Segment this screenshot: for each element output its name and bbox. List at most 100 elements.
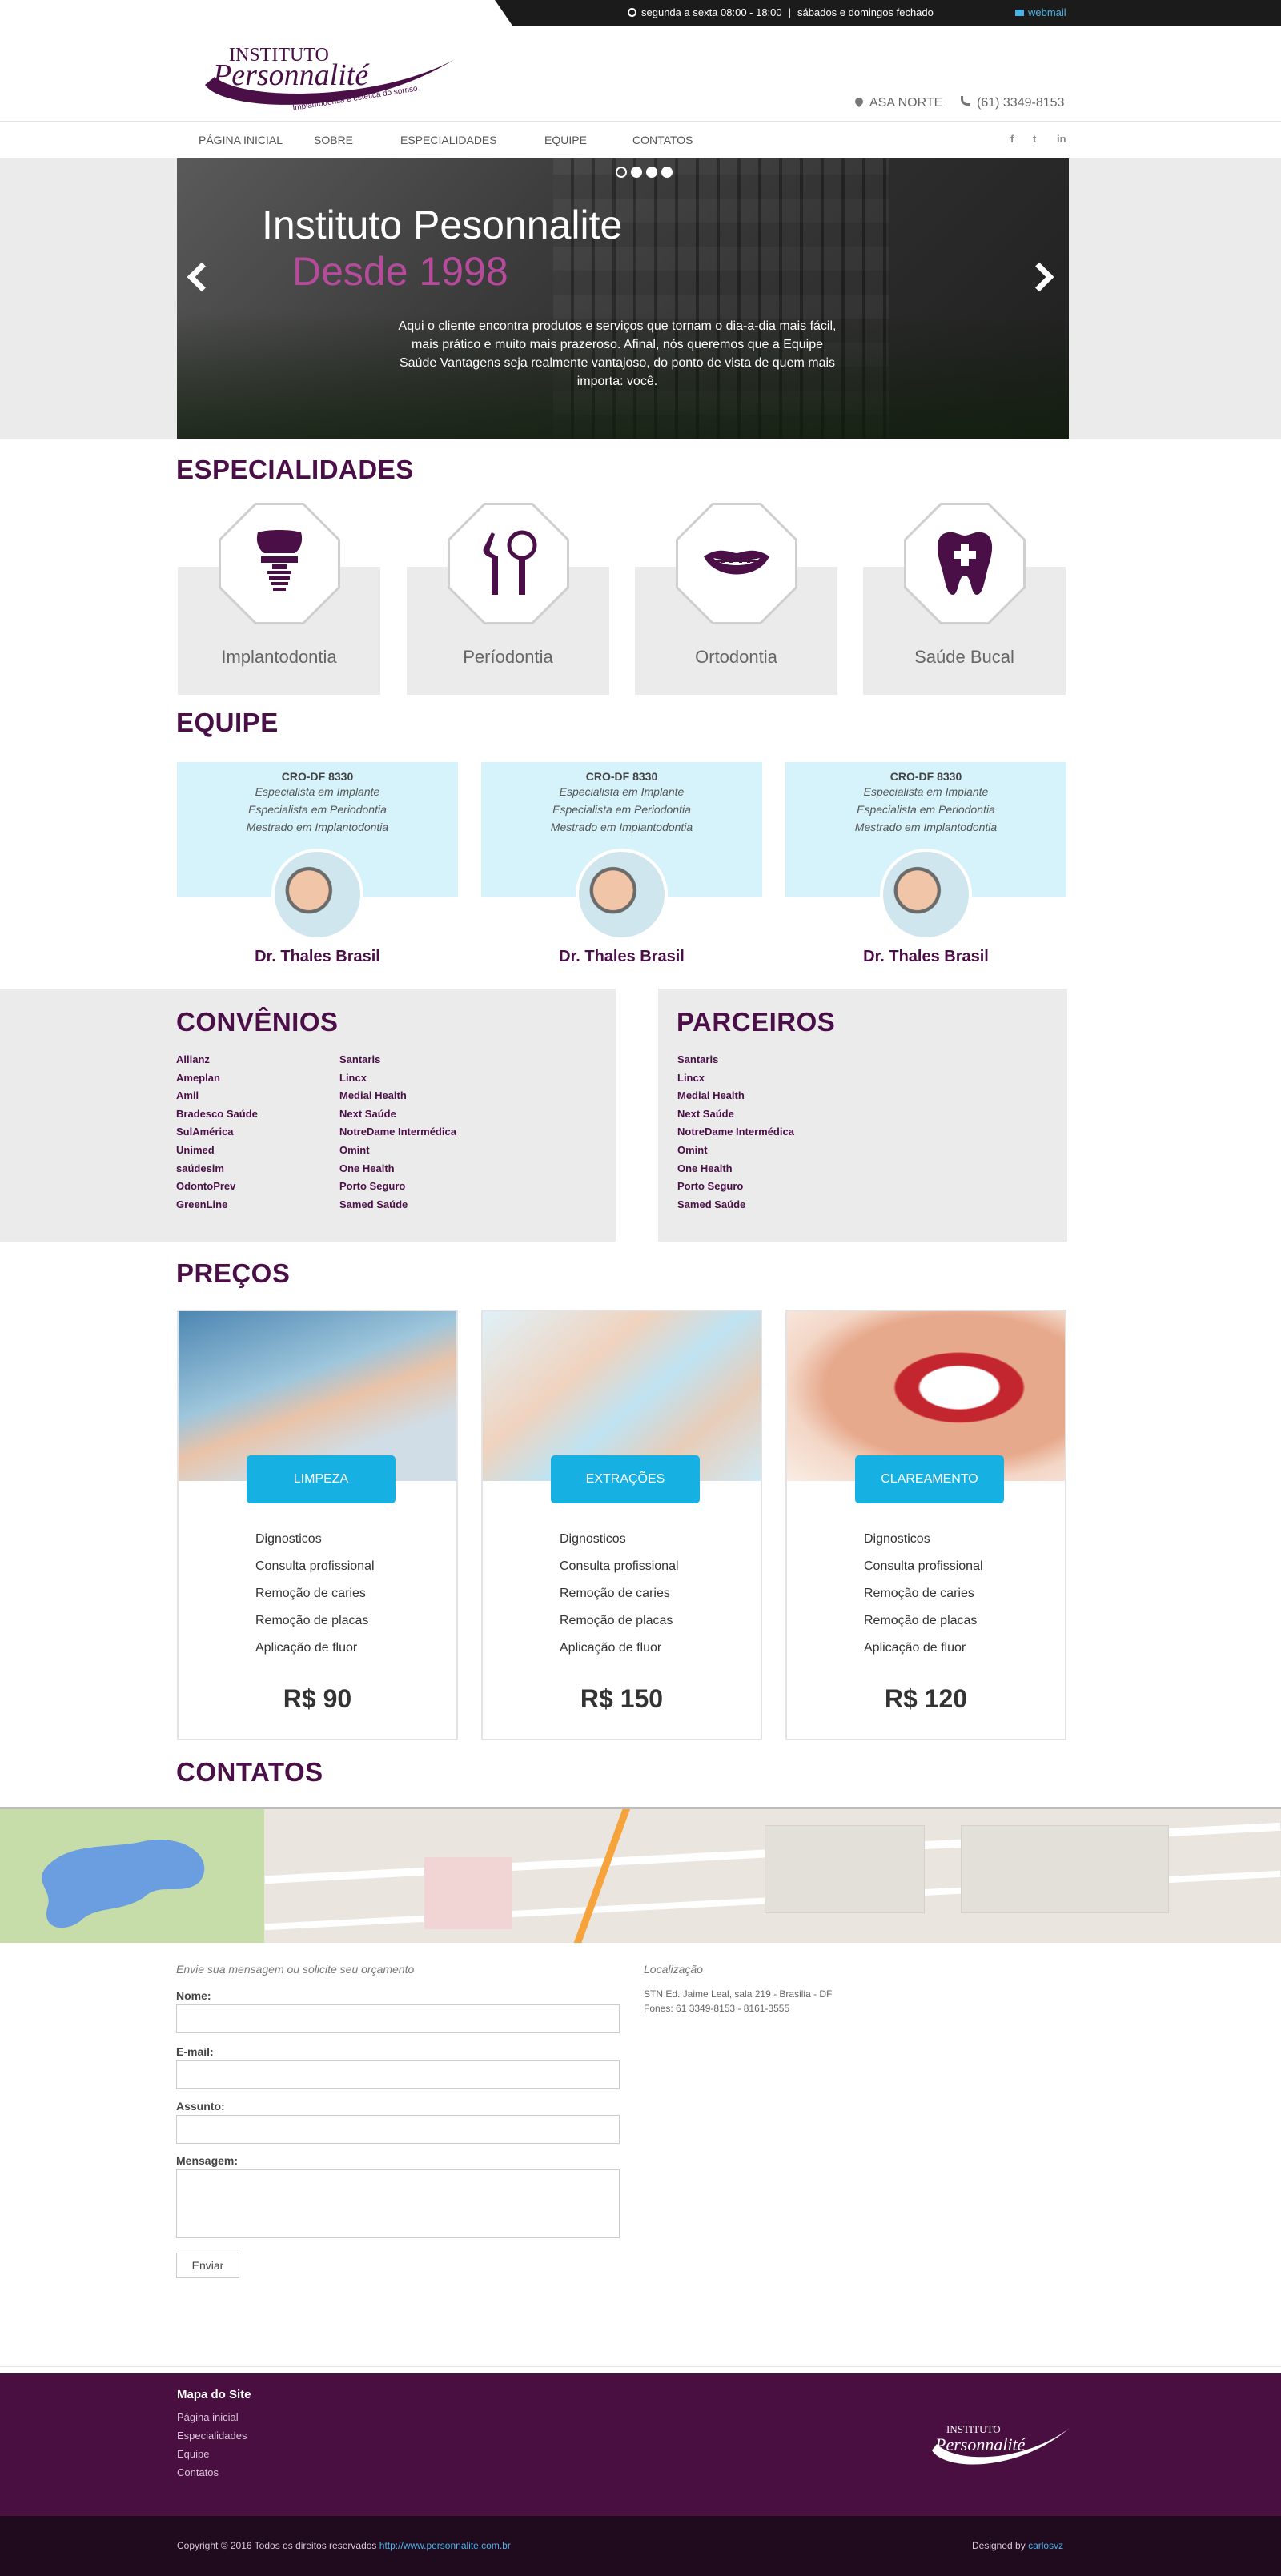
price-features: Dignosticos Consulta profissional Remoçã… bbox=[255, 1526, 375, 1662]
linkedin-icon[interactable]: in bbox=[1057, 133, 1066, 145]
tooth-cross-icon bbox=[937, 532, 993, 595]
team-member-cro: CRO-DF 8330 bbox=[889, 770, 962, 783]
price-feature: Remoção de placas bbox=[864, 1614, 978, 1627]
convenio-item[interactable]: GreenLine bbox=[176, 1196, 258, 1214]
specialty-badge bbox=[219, 503, 340, 624]
nav-item-home[interactable]: PÁGINA INICIAL bbox=[199, 122, 283, 158]
specialty-card-oral-health[interactable]: Saúde Bucal bbox=[863, 503, 1066, 695]
hero-slider: Instituto Pesonnalite Desde 1998 Aqui o … bbox=[177, 158, 1069, 439]
nav-item-team[interactable]: EQUIPE bbox=[544, 122, 587, 158]
price-card-extracoes: EXTRAÇÕES Dignosticos Consulta profissio… bbox=[481, 1310, 762, 1740]
convenio-item[interactable]: Unimed bbox=[176, 1142, 258, 1160]
price-feature: Dignosticos bbox=[255, 1532, 322, 1546]
slider-dot-2[interactable] bbox=[631, 167, 642, 178]
sitemap-links: Página inicial Especialidades Equipe Con… bbox=[177, 2408, 247, 2482]
twitter-icon[interactable]: t bbox=[1033, 133, 1036, 145]
convenio-item[interactable]: SulAmérica bbox=[176, 1123, 258, 1142]
parceiro-item[interactable]: Lincx bbox=[677, 1069, 794, 1088]
parceiro-item[interactable]: One Health bbox=[677, 1160, 794, 1178]
slider-next-arrow-icon[interactable] bbox=[1024, 262, 1054, 292]
price-card-clareamento: CLAREAMENTO Dignosticos Consulta profiss… bbox=[785, 1310, 1066, 1740]
parceiro-item[interactable]: Samed Saúde bbox=[677, 1196, 794, 1214]
price-feature: Consulta profissional bbox=[255, 1559, 375, 1573]
map-hospital-area bbox=[424, 1857, 512, 1929]
specialty-card-periodontics[interactable]: Períodontia bbox=[407, 503, 609, 695]
submit-button[interactable]: Enviar bbox=[176, 2253, 239, 2278]
footer-divider bbox=[0, 2366, 1281, 2367]
webmail-link[interactable]: webmail bbox=[1015, 0, 1066, 26]
name-input[interactable] bbox=[176, 2004, 620, 2033]
parceiro-item[interactable]: Next Saúde bbox=[677, 1105, 794, 1124]
footer-link-contacts[interactable]: Contatos bbox=[177, 2463, 247, 2482]
footer-logo[interactable]: INSTITUTO Personnalité bbox=[929, 2404, 1073, 2476]
site-footer: Mapa do Site Página inicial Especialidad… bbox=[0, 2373, 1281, 2516]
price-plan-button[interactable]: LIMPEZA bbox=[247, 1455, 396, 1503]
top-bar: segunda a sexta 08:00 - 18:00 | sábados e … bbox=[0, 0, 1281, 26]
nav-item-contacts[interactable]: CONTATOS bbox=[632, 122, 693, 158]
hours-separator: | bbox=[788, 6, 792, 18]
site-url-link[interactable]: http://www.personnalite.com.br bbox=[379, 2540, 511, 2551]
convenio-item[interactable]: Samed Saúde bbox=[339, 1196, 456, 1214]
site-logo[interactable]: INSTITUTO Personnalité Implantodontia e … bbox=[199, 27, 463, 122]
hero-band: Instituto Pesonnalite Desde 1998 Aqui o … bbox=[0, 158, 1281, 439]
location-details: STN Ed. Jaime Leal, sala 219 - Brasilia … bbox=[644, 1987, 832, 2016]
map-block bbox=[765, 1825, 925, 1913]
designer-link[interactable]: carlosvz bbox=[1028, 2540, 1063, 2551]
team-member-card: CRO-DF 8330 Especialista em Implante Esp… bbox=[177, 762, 458, 965]
main-nav: PÁGINA INICIAL SOBRE ESPECIALIDADES EQUI… bbox=[0, 122, 1281, 158]
team-member-avatar bbox=[271, 849, 363, 941]
convenio-item[interactable]: OdontoPrev bbox=[176, 1178, 258, 1196]
convenio-item[interactable]: Omint bbox=[339, 1142, 456, 1160]
convenio-item[interactable]: Next Saúde bbox=[339, 1105, 456, 1124]
team-member-cro: CRO-DF 8330 bbox=[281, 770, 354, 783]
parceiros-list: Santaris Lincx Medial Health Next Saúde … bbox=[677, 1051, 794, 1214]
price-features: Dignosticos Consulta profissional Remoçã… bbox=[864, 1526, 983, 1662]
nav-item-specialties[interactable]: ESPECIALIDADES bbox=[400, 122, 497, 158]
parceiro-item[interactable]: Omint bbox=[677, 1142, 794, 1160]
location-address: STN Ed. Jaime Leal, sala 219 - Brasilia … bbox=[644, 1988, 833, 2000]
convenio-item[interactable]: Porto Seguro bbox=[339, 1178, 456, 1196]
footer-link-specialties[interactable]: Especialidades bbox=[177, 2426, 247, 2445]
location-map[interactable] bbox=[0, 1807, 1281, 1943]
convenio-item[interactable]: saúdesim bbox=[176, 1160, 258, 1178]
specialty-card-orthodontics[interactable]: Ortodontia bbox=[635, 503, 837, 695]
parceiro-item[interactable]: Santaris bbox=[677, 1051, 794, 1069]
specialty-card-implant[interactable]: Implantodontia bbox=[178, 503, 380, 695]
location-title: Localização bbox=[644, 1963, 703, 1976]
convenio-item[interactable]: One Health bbox=[339, 1160, 456, 1178]
slider-dots bbox=[616, 167, 677, 182]
slider-dot-1[interactable] bbox=[616, 167, 627, 178]
convenio-item[interactable]: Allianz bbox=[176, 1051, 258, 1069]
convenio-item[interactable]: Lincx bbox=[339, 1069, 456, 1088]
message-textarea[interactable] bbox=[176, 2169, 620, 2238]
nav-item-about[interactable]: SOBRE bbox=[314, 122, 353, 158]
parceiro-item[interactable]: NotreDame Intermédica bbox=[677, 1123, 794, 1142]
price-features: Dignosticos Consulta profissional Remoçã… bbox=[560, 1526, 679, 1662]
team-member-spec-1: Especialista em Implante bbox=[863, 785, 989, 798]
slider-prev-arrow-icon[interactable] bbox=[187, 262, 217, 292]
parceiro-item[interactable]: Medial Health bbox=[677, 1087, 794, 1105]
convenio-item[interactable]: Amil bbox=[176, 1087, 258, 1105]
specialty-badge bbox=[676, 503, 797, 624]
subject-input[interactable] bbox=[176, 2115, 620, 2144]
sitemap-title: Mapa do Site bbox=[177, 2388, 251, 2401]
email-input[interactable] bbox=[176, 2060, 620, 2089]
convenio-item[interactable]: NotreDame Intermédica bbox=[339, 1123, 456, 1142]
convenio-item[interactable]: Santaris bbox=[339, 1051, 456, 1069]
footer-link-home[interactable]: Página inicial bbox=[177, 2408, 247, 2426]
convenio-item[interactable]: Ameplan bbox=[176, 1069, 258, 1088]
price-plan-button[interactable]: EXTRAÇÕES bbox=[551, 1455, 700, 1503]
location-phones: Fones: 61 3349-8153 - 8161-3555 bbox=[644, 2003, 790, 2014]
convenio-item[interactable]: Medial Health bbox=[339, 1087, 456, 1105]
logo-main-text: Personnalité bbox=[212, 58, 370, 92]
price-value: R$ 120 bbox=[884, 1684, 968, 1713]
parceiro-item[interactable]: Porto Seguro bbox=[677, 1178, 794, 1196]
slider-dot-3[interactable] bbox=[646, 167, 657, 178]
convenio-item[interactable]: Bradesco Saúde bbox=[176, 1105, 258, 1124]
hero-description: Aqui o cliente encontra produtos e servi… bbox=[398, 319, 837, 388]
footer-link-team[interactable]: Equipe bbox=[177, 2445, 247, 2463]
facebook-icon[interactable]: f bbox=[1010, 133, 1014, 145]
price-plan-button[interactable]: CLAREAMENTO bbox=[855, 1455, 1004, 1503]
slider-dot-4[interactable] bbox=[661, 167, 673, 178]
hero-subtitle: Desde 1998 bbox=[292, 249, 508, 294]
